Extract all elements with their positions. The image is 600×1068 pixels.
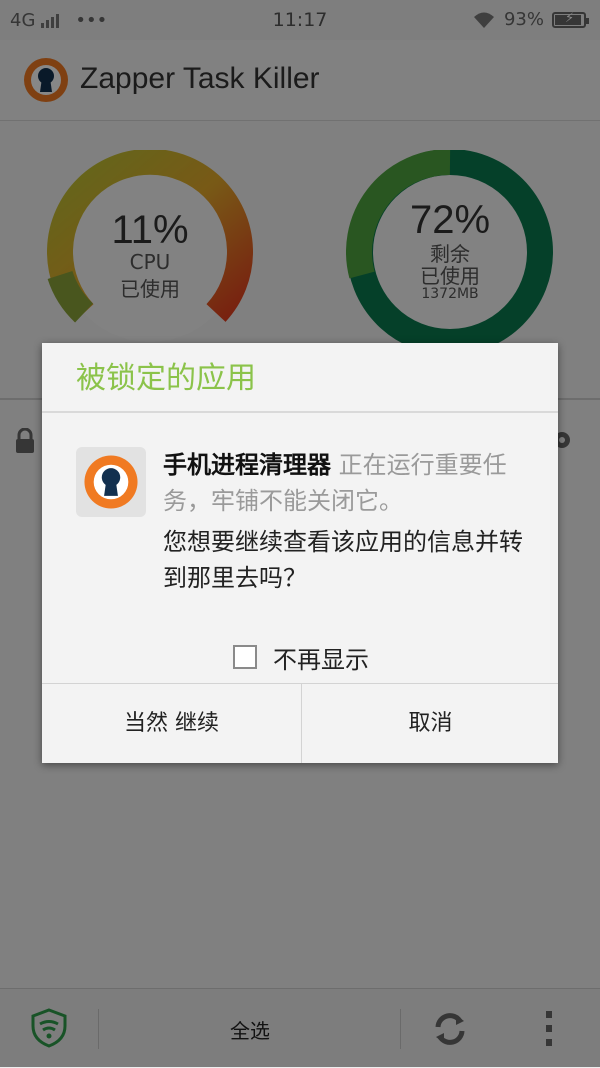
dialog-message: 手机进程清理器 正在运行重要任务，牢铺不能关闭它。 [163,447,533,519]
checkbox-box[interactable] [233,645,257,669]
checkbox-label: 不再显示 [273,645,369,674]
dialog-button-separator [301,684,302,763]
app-logo-icon [84,455,138,509]
dialog-question: 您想要继续查看该应用的信息并转到那里去吗？ [163,528,523,592]
dialog-title: 被锁定的应用 [76,361,256,396]
dialog-title-divider [42,411,558,413]
dialog-app-icon [76,447,146,517]
dont-show-again-checkbox[interactable]: 不再显示 [233,642,369,674]
cancel-button[interactable]: 取消 [303,684,558,763]
locked-app-dialog: 被锁定的应用 手机进程清理器 正在运行重要任务，牢铺不能关闭它。 您想要继续查看… [42,343,558,763]
dialog-app-name: 手机进程清理器 [163,451,331,479]
confirm-button[interactable]: 当然 继续 [42,684,301,763]
